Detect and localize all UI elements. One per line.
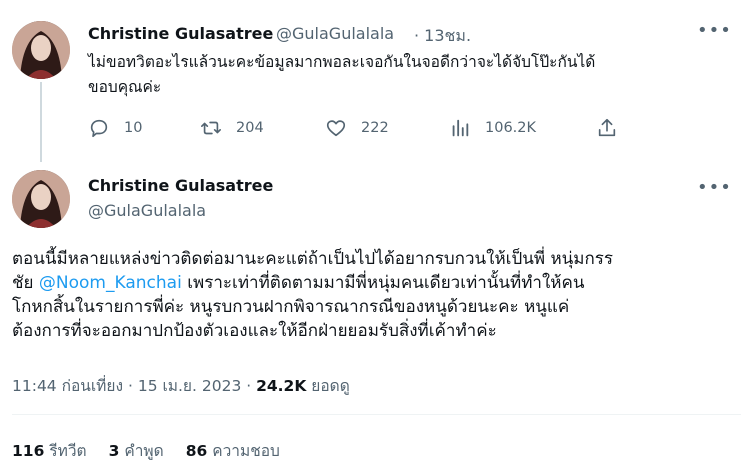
views-label: ยอดดู [306,377,350,395]
retweets-count: 116 [12,442,45,460]
retweets-label: รีทวีต [49,442,87,460]
likes-stat[interactable]: 86 ความชอบ [186,438,280,463]
mention-link[interactable]: @Noom_Kanchai [39,273,182,293]
avatar[interactable] [12,21,70,79]
tweet-text-fragment: ชัย [12,273,39,293]
author-handle[interactable]: @GulaGulalala [276,24,394,43]
author-name[interactable]: Christine Gulasatree [88,24,273,43]
thread-line [40,82,42,162]
tweet-time[interactable]: · 13ชม. [414,24,471,49]
retweets-stat[interactable]: 116 รีทวีต [12,438,87,463]
share-button[interactable] [596,117,632,139]
views-button[interactable]: 106.2K [449,117,536,139]
comment-icon [90,119,108,138]
tweet-text-line: ตอนนี้มีหลายแหล่งข่าวติดต่อมานะคะแต่ถ้าเ… [12,249,614,269]
retweet-icon [201,121,221,135]
author-name[interactable]: Christine Gulasatree [88,176,273,195]
engagement-stats: 116 รีทวีต 3 คำพูด 86 ความชอบ [12,438,280,463]
quotes-count: 3 [108,442,120,460]
tweet-text-line: ต้องการที่จะออกมาปกป้องตัวเองและให้อีกฝ่… [12,321,497,341]
views-count: 24.2K [256,377,307,395]
more-icon[interactable]: ••• [697,177,732,198]
tweet-body: ตอนนี้มีหลายแหล่งข่าวติดต่อมานะคะแต่ถ้าเ… [12,247,613,343]
like-count: 222 [361,120,389,136]
quotes-label: คำพูด [124,442,164,460]
likes-label: ความชอบ [212,442,280,460]
reply-button[interactable]: 10 [88,117,142,139]
likes-count: 86 [185,442,208,460]
tweet-text-line: ไม่ขอทวิตอะไรแล้วนะคะข้อมูลมากพอละเจอกัน… [88,53,596,71]
tweet-text-line: โกหกสิ้นในรายการพี่ค่ะ หนูรบกวนฝากพิจารณ… [12,297,570,317]
bar-chart-icon [452,119,469,137]
retweet-button[interactable]: 204 [200,117,264,139]
views-count: 106.2K [485,120,537,136]
divider [12,414,741,415]
tweet-meta: 11:44 ก่อนเที่ยง · 15 เม.ย. 2023 · 24.2K… [12,373,350,398]
heart-icon [326,120,346,137]
reply-count: 10 [124,120,143,136]
tweet-timestamp[interactable]: 11:44 ก่อนเที่ยง · 15 เม.ย. 2023 · [12,377,256,395]
author-handle[interactable]: @GulaGulalala [88,201,206,220]
like-button[interactable]: 222 [325,117,389,139]
more-icon[interactable]: ••• [697,20,732,41]
tweet-text-line: ขอบคุณค่ะ [88,78,162,96]
tweet-text-line: ชัย @Noom_Kanchai เพราะเท่าที่ติดตามมามี… [12,271,613,295]
tweet-text-fragment: เพราะเท่าที่ติดตามมามีพี่หนุ่มคนเดียวเท่… [181,273,585,293]
share-icon [598,118,616,137]
retweet-count: 204 [236,120,264,136]
avatar[interactable] [12,170,70,228]
quotes-stat[interactable]: 3 คำพูด [109,438,164,463]
